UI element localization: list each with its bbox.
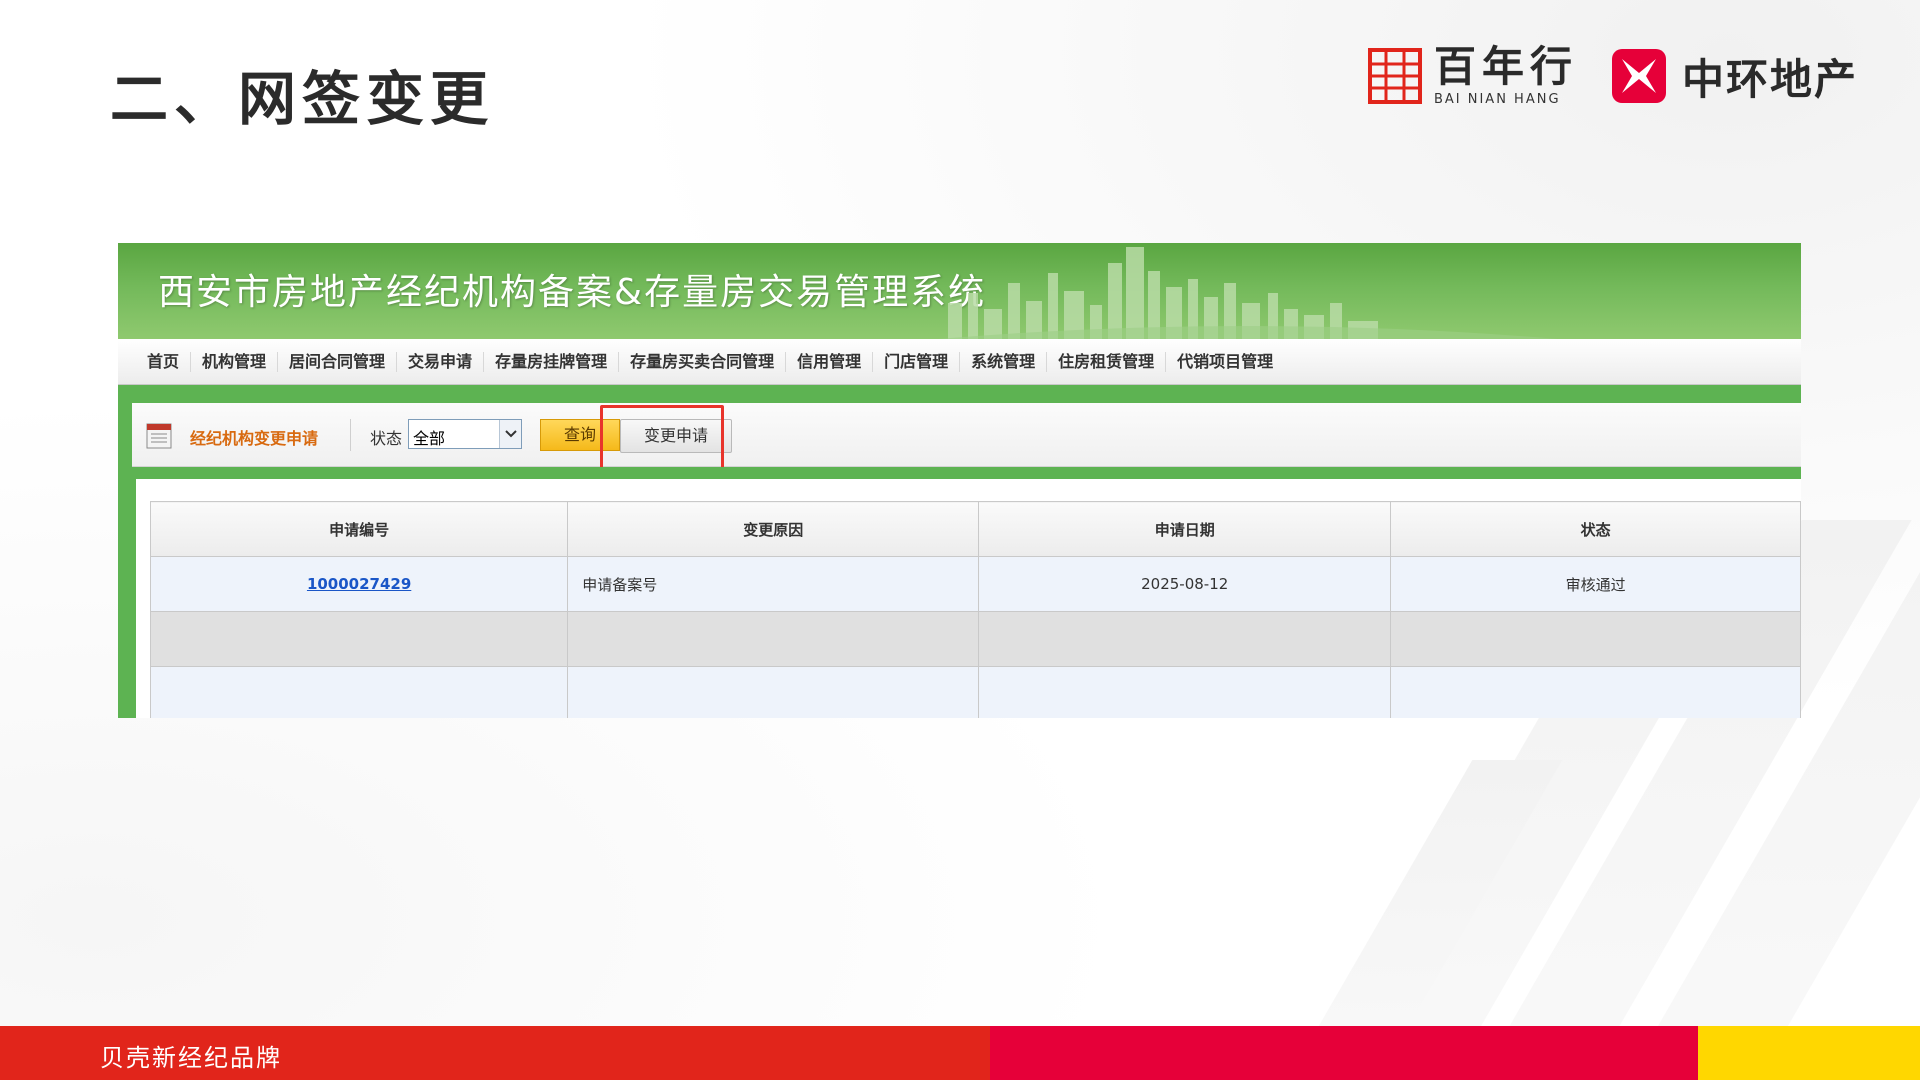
application-date-cell: 2025-08-12 xyxy=(978,556,1392,612)
empty-cell xyxy=(1390,611,1801,667)
footer-segment-yellow xyxy=(1698,1026,1920,1080)
application-id-link[interactable]: 1000027429 xyxy=(149,556,569,612)
toolbar-separator xyxy=(350,419,351,451)
chevron-down-icon xyxy=(499,420,521,448)
nav-item-store-management[interactable]: 门店管理 xyxy=(873,351,961,372)
bainianhang-name-en: BAI NIAN HANG xyxy=(1433,91,1561,107)
nav-item-brokerage-contract[interactable]: 居间合同管理 xyxy=(278,351,398,372)
empty-cell xyxy=(978,611,1392,667)
column-header-application-id[interactable]: 申请编号 xyxy=(149,501,569,557)
highlight-annotation xyxy=(600,405,724,471)
column-header-status[interactable]: 状态 xyxy=(1390,501,1801,557)
state-label: 状态 xyxy=(370,429,403,448)
empty-cell xyxy=(149,611,569,667)
applications-table: 申请编号 变更原因 申请日期 状态 1000027429 申请备案号 2025-… xyxy=(149,501,1801,718)
empty-cell xyxy=(567,666,980,718)
empty-cell xyxy=(1390,666,1801,718)
brand-logos: 百年行 BAI NIAN HANG 中环地产 xyxy=(1367,41,1858,107)
zhonghuan-logo-icon xyxy=(1611,49,1666,103)
nav-item-org-management[interactable]: 机构管理 xyxy=(191,351,279,372)
nav-item-consignment-projects[interactable]: 代销项目管理 xyxy=(1166,352,1284,372)
nav-item-listing-management[interactable]: 存量房挂牌管理 xyxy=(484,351,620,372)
state-select[interactable]: 全部 xyxy=(408,419,522,449)
empty-cell xyxy=(567,611,980,667)
empty-cell xyxy=(978,666,1392,718)
status-cell: 审核通过 xyxy=(1390,556,1801,612)
zhonghuan-name: 中环地产 xyxy=(1681,54,1858,104)
document-list-icon xyxy=(146,423,172,449)
column-header-change-reason[interactable]: 变更原因 xyxy=(567,501,980,557)
system-nav-bar: 首页 机构管理 居间合同管理 交易申请 存量房挂牌管理 存量房买卖合同管理 信用… xyxy=(118,339,1801,385)
nav-item-rental-management[interactable]: 住房租赁管理 xyxy=(1047,351,1167,372)
footer-segment-crimson xyxy=(990,1026,1698,1080)
column-header-application-date[interactable]: 申请日期 xyxy=(978,501,1392,557)
nav-item-system-management[interactable]: 系统管理 xyxy=(960,351,1048,372)
section-label: 经纪机构变更申请 xyxy=(190,429,319,448)
nav-item-home[interactable]: 首页 xyxy=(136,351,192,372)
change-reason-cell: 申请备案号 xyxy=(567,556,980,612)
table-row xyxy=(149,666,1801,718)
slide-title: 二、网签变更 xyxy=(110,65,495,133)
bainianhang-name-cn: 百年行 xyxy=(1433,41,1578,91)
table-row: 1000027429 申请备案号 2025-08-12 审核通过 xyxy=(149,556,1801,612)
city-skyline-icon xyxy=(938,247,1558,339)
system-screenshot: 西安市房地产经纪机构备案&存量房交易管理系统 首页 机构管理 居间合同管理 交易… xyxy=(118,243,1801,718)
system-title: 西安市房地产经纪机构备案&存量房交易管理系统 xyxy=(158,272,987,313)
system-header: 西安市房地产经纪机构备案&存量房交易管理系统 xyxy=(118,243,1801,339)
empty-cell xyxy=(149,666,569,718)
green-divider xyxy=(118,385,1801,403)
footer-bar: 贝壳新经纪品牌 xyxy=(0,1026,1920,1080)
table-header-row: 申请编号 变更原因 申请日期 状态 xyxy=(149,501,1801,557)
nav-item-transaction-application[interactable]: 交易申请 xyxy=(397,351,485,372)
green-side-border xyxy=(118,385,132,718)
nav-item-sale-contract[interactable]: 存量房买卖合同管理 xyxy=(619,351,787,372)
bainianhang-logo-icon xyxy=(1367,48,1422,104)
state-select-value: 全部 xyxy=(413,429,446,448)
green-divider-lower xyxy=(132,467,1801,479)
table-row xyxy=(149,611,1801,667)
toolbar: 经纪机构变更申请 状态 全部 查询 变更申请 xyxy=(132,403,1801,467)
footer-brand-text: 贝壳新经纪品牌 xyxy=(100,1044,282,1072)
nav-item-credit-management[interactable]: 信用管理 xyxy=(786,351,874,372)
